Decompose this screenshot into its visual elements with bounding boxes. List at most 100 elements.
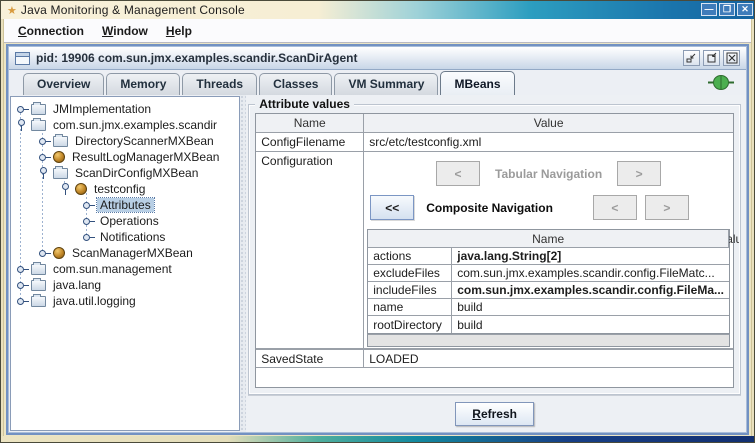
close-icon[interactable]: ✕: [737, 3, 753, 16]
tabular-prev-button[interactable]: <: [436, 161, 480, 186]
attribute-table-header: Name Value: [256, 114, 733, 133]
tree-collapse-handle-icon[interactable]: [39, 151, 52, 163]
tree-item-notifications[interactable]: Notifications: [11, 229, 239, 245]
refresh-button[interactable]: Refresh: [455, 402, 534, 426]
composite-next-button[interactable]: >: [645, 195, 689, 220]
connected-plug-icon: [708, 75, 734, 95]
table-row-savedstate[interactable]: SavedState LOADED: [256, 349, 733, 368]
folder-icon: [53, 136, 68, 147]
window-border-left: [1, 19, 4, 436]
menu-help-rest: elp: [175, 24, 192, 38]
tree-collapse-handle-icon[interactable]: [17, 263, 30, 275]
table-row-configuration[interactable]: Configuration < Tabular Navigation > << …: [256, 152, 733, 349]
tab-vm-summary[interactable]: VM Summary: [334, 73, 438, 95]
tree-item-label: testconfig: [91, 182, 148, 196]
tabular-navigation-label: Tabular Navigation: [495, 167, 602, 181]
nested-attr-value: com.sun.jmx.examples.scandir.config.File…: [452, 266, 729, 280]
nested-attr-name: rootDirectory: [368, 316, 452, 333]
menu-connection[interactable]: Connection: [10, 21, 92, 41]
frame-minimize-icon[interactable]: [683, 50, 700, 66]
nested-row-name[interactable]: name build: [368, 299, 729, 316]
tree-item-label: ScanDirConfigMXBean: [72, 166, 201, 180]
nested-column-header-value[interactable]: Value: [729, 232, 739, 246]
nested-attr-name: excludeFiles: [368, 265, 452, 281]
nested-table-header: Name Value: [368, 230, 729, 248]
tree-item-java-util-logging[interactable]: java.util.logging: [11, 293, 239, 309]
menu-window[interactable]: Window: [94, 21, 156, 41]
tree-item-attributes[interactable]: Attributes: [11, 197, 239, 213]
tree-collapse-handle-icon[interactable]: [39, 247, 52, 259]
tree-item-jmimplementation[interactable]: JMImplementation: [11, 101, 239, 117]
nested-attr-name: name: [368, 299, 452, 315]
nested-table-footer-strip: [367, 334, 730, 347]
tree-item-label: JMImplementation: [50, 102, 154, 116]
tree-collapse-handle-icon[interactable]: [17, 103, 30, 115]
tree-expand-handle-icon[interactable]: [17, 119, 30, 131]
tree-item-testconfig[interactable]: testconfig: [11, 181, 239, 197]
tab-mbeans[interactable]: MBeans: [440, 71, 514, 95]
window-star-icon: ★: [7, 4, 17, 17]
window-title: Java Monitoring & Management Console: [21, 3, 245, 17]
tree-expand-handle-icon[interactable]: [39, 167, 52, 179]
tree-collapse-handle-icon[interactable]: [17, 279, 30, 291]
nested-attr-value: com.sun.jmx.examples.scandir.config.File…: [452, 283, 729, 297]
menu-connection-mnemonic: C: [18, 24, 27, 38]
nested-attr-name: includeFiles: [368, 282, 452, 298]
attributes-panel: Attribute values Name Value ConfigFilena…: [246, 95, 746, 432]
nested-row-rootdirectory[interactable]: rootDirectory build: [368, 316, 729, 333]
tree-item-label: ResultLogManagerMXBean: [69, 150, 222, 164]
mbean-icon: [75, 183, 87, 195]
mbean-icon: [53, 151, 65, 163]
tree-item-scanmanager[interactable]: ScanManagerMXBean: [11, 245, 239, 261]
tree-item-com-sun-management[interactable]: com.sun.management: [11, 261, 239, 277]
folder-icon: [31, 296, 46, 307]
tree-item-label: java.lang: [50, 278, 104, 292]
mbean-tree-panel: JMImplementation com.sun.jmx.examples.sc…: [10, 96, 240, 431]
groupbox-title: Attribute values: [255, 97, 354, 111]
tab-memory[interactable]: Memory: [106, 73, 180, 95]
tree-collapse-handle-icon[interactable]: [39, 135, 52, 147]
tab-overview[interactable]: Overview: [23, 73, 104, 95]
tree-collapse-handle-icon[interactable]: [17, 295, 30, 307]
menu-connection-rest: onnection: [27, 24, 84, 38]
composite-back-button[interactable]: <<: [370, 195, 414, 220]
frame-maximize-icon[interactable]: [703, 50, 720, 66]
attr-name: Configuration: [256, 152, 364, 348]
main-window: ★ Java Monitoring & Management Console —…: [0, 0, 755, 443]
nested-row-includefiles[interactable]: includeFiles com.sun.jmx.examples.scandi…: [368, 282, 729, 299]
attr-name: SavedState: [256, 350, 364, 367]
window-titlebar: ★ Java Monitoring & Management Console —…: [1, 1, 755, 19]
tree-expand-handle-icon[interactable]: [61, 183, 74, 195]
tree-item-scandirconfig[interactable]: ScanDirConfigMXBean: [11, 165, 239, 181]
tabular-navigation-bar: < Tabular Navigation >: [366, 161, 731, 186]
maximize-icon[interactable]: ❐: [719, 3, 735, 16]
tree-item-scandir-domain[interactable]: com.sun.jmx.examples.scandir: [11, 117, 239, 133]
tab-classes[interactable]: Classes: [259, 73, 332, 95]
nested-row-actions[interactable]: actions java.lang.String[2]: [368, 248, 729, 265]
tree-leaf-handle-icon: [83, 199, 96, 211]
nested-row-excludefiles[interactable]: excludeFiles com.sun.jmx.examples.scandi…: [368, 265, 729, 282]
frame-icon: [15, 52, 30, 65]
refresh-rest: efresh: [481, 407, 517, 421]
menu-window-mnemonic: W: [102, 24, 113, 38]
frame-close-icon[interactable]: [723, 50, 740, 66]
column-header-name[interactable]: Name: [256, 114, 364, 132]
mbean-icon: [53, 247, 65, 259]
minimize-icon[interactable]: —: [701, 3, 717, 16]
frame-controls: [683, 50, 740, 66]
menu-help[interactable]: Help: [158, 21, 200, 41]
tree-item-resultlogmanager[interactable]: ResultLogManagerMXBean: [11, 149, 239, 165]
column-header-value[interactable]: Value: [364, 114, 733, 132]
connection-internal-frame: pid: 19906 com.sun.jmx.examples.scandir.…: [6, 44, 749, 435]
attribute-table: Name Value ConfigFilename src/etc/testco…: [255, 113, 734, 388]
tree-item-label: ScanManagerMXBean: [69, 246, 196, 260]
tabular-next-button[interactable]: >: [617, 161, 661, 186]
table-row-configfilename[interactable]: ConfigFilename src/etc/testconfig.xml: [256, 133, 733, 152]
tree-item-directoryscanner[interactable]: DirectoryScannerMXBean: [11, 133, 239, 149]
tab-threads[interactable]: Threads: [182, 73, 257, 95]
composite-prev-button[interactable]: <: [593, 195, 637, 220]
nested-column-header-name[interactable]: Name: [368, 230, 729, 247]
tree-item-operations[interactable]: Operations: [11, 213, 239, 229]
tree-item-java-lang[interactable]: java.lang: [11, 277, 239, 293]
configuration-composite-value: < Tabular Navigation > << Composite Navi…: [364, 152, 733, 348]
